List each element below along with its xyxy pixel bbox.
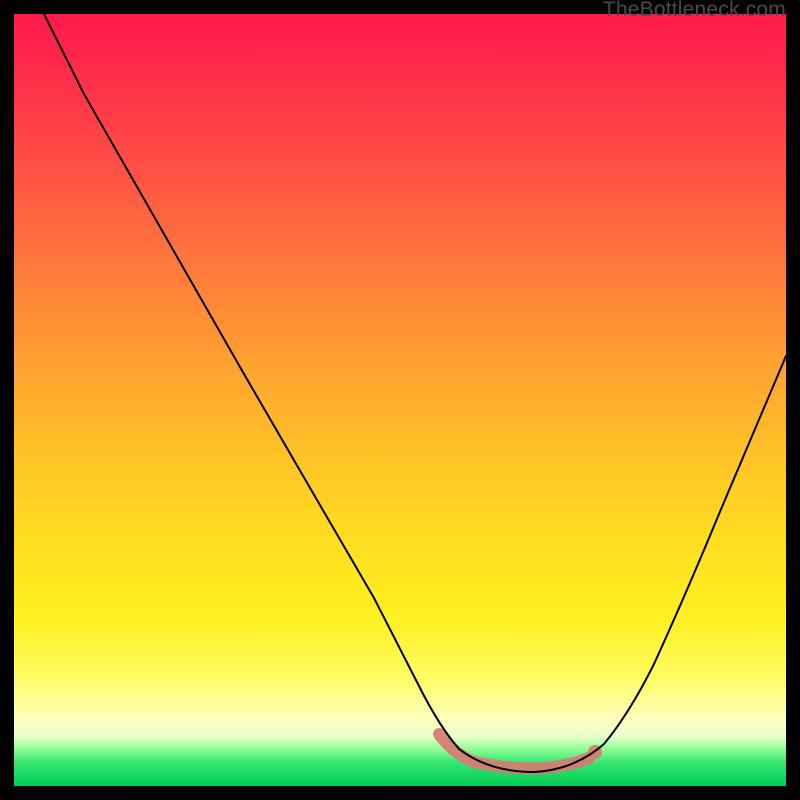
chart-frame: [14, 14, 786, 786]
watermark-text: TheBottleneck.com: [603, 0, 786, 22]
bottleneck-curve: [44, 14, 786, 772]
chart-svg-layer: [14, 14, 786, 786]
